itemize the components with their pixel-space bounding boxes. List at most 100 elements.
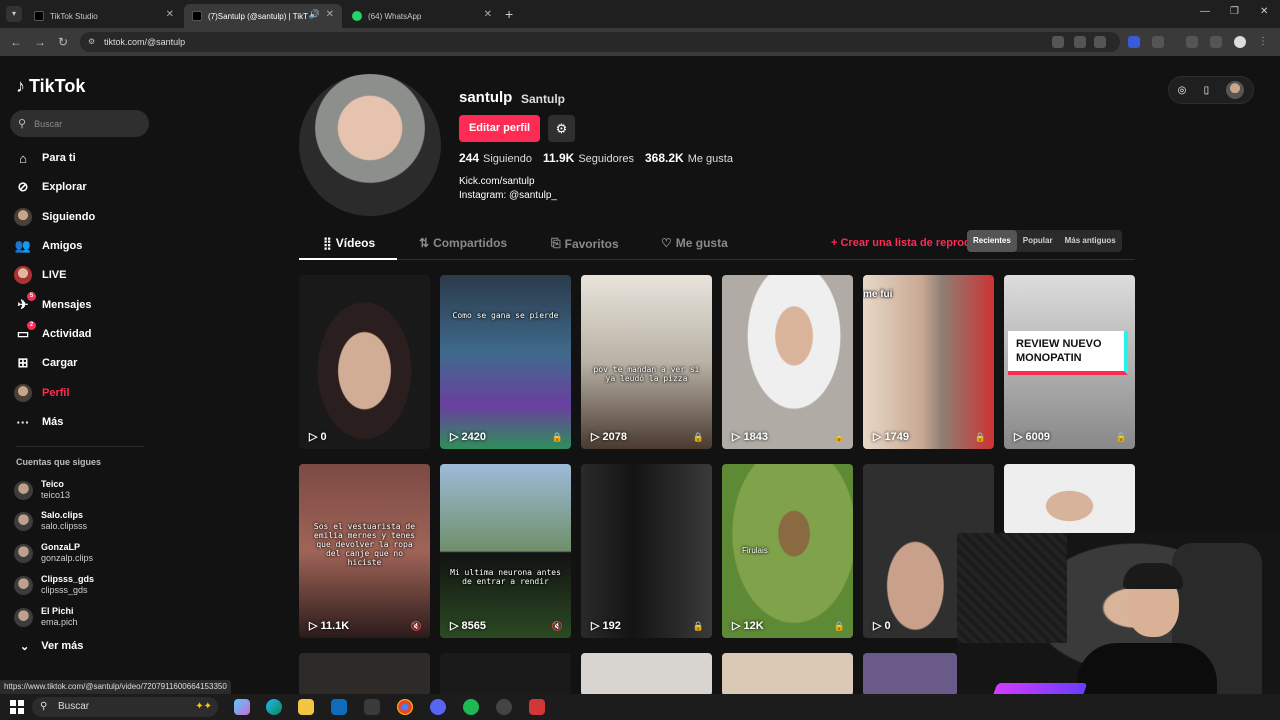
browser-tab-tiktok-studio[interactable]: TikTok Studio ✕: [26, 4, 182, 28]
download-icon[interactable]: [1186, 36, 1198, 48]
bookmark-star-icon[interactable]: [1094, 36, 1106, 48]
close-tab-icon[interactable]: ✕: [166, 9, 174, 20]
file-explorer-icon[interactable]: [298, 699, 314, 715]
video-thumbnail[interactable]: [1004, 464, 1135, 534]
sidebar-item-label: Explorar: [42, 181, 87, 193]
following-account-item[interactable]: GonzaLP gonzalp.clips: [14, 539, 93, 567]
profile-avatar[interactable]: [299, 74, 441, 216]
video-thumbnail[interactable]: me fui ▷ 1749 🔒: [863, 275, 994, 449]
media-controls-icon[interactable]: [1210, 36, 1222, 48]
close-tab-icon[interactable]: ✕: [326, 9, 334, 20]
sidebar-item-perfil[interactable]: Perfil: [14, 382, 70, 404]
tab-favoritos[interactable]: ⎘ Favoritos: [551, 236, 619, 251]
extensions-puzzle-icon[interactable]: [1152, 36, 1164, 48]
following-account-item[interactable]: Teico teico13: [14, 476, 70, 504]
video-thumbnail[interactable]: pov te mandan a ver si ya leudó la pizza…: [581, 275, 712, 449]
sidebar-item-live[interactable]: LIVE: [14, 264, 66, 286]
sidebar-item-explorar[interactable]: ⊘ Explorar: [14, 176, 87, 198]
cast-icon[interactable]: [1074, 36, 1086, 48]
sort-mas-antiguos[interactable]: Más antiguos: [1059, 230, 1122, 252]
sidebar-item-mas[interactable]: ··· Más: [14, 411, 64, 433]
sort-popular[interactable]: Popular: [1017, 230, 1059, 252]
sidebar-item-cargar[interactable]: ⊞ Cargar: [14, 352, 78, 374]
phone-icon[interactable]: ▯: [1204, 85, 1210, 96]
video-thumbnail[interactable]: Sos el vestuarista de emilia mernes y te…: [299, 464, 430, 638]
sidebar-item-actividad[interactable]: ▭ 2 Actividad: [14, 321, 92, 345]
sort-recientes[interactable]: Recientes: [967, 230, 1017, 252]
video-thumbnail[interactable]: Como se gana se pierde ▷ 2420 🔒: [440, 275, 571, 449]
sidebar-item-amigos[interactable]: 👥 Amigos: [14, 235, 82, 257]
play-icon: ▷: [309, 620, 318, 632]
brave-shield-icon[interactable]: [529, 699, 545, 715]
following-account-item[interactable]: Salo.clips salo.clipsss: [14, 507, 87, 535]
followers-stat[interactable]: 11.9K Seguidores: [543, 151, 634, 165]
video-thumbnail[interactable]: [863, 653, 957, 696]
edge-icon[interactable]: [266, 699, 282, 715]
extension-shield-icon[interactable]: [1128, 36, 1140, 48]
back-icon[interactable]: ←: [10, 35, 22, 49]
translate-icon[interactable]: [1052, 36, 1064, 48]
browser-tab-profile[interactable]: (7)Santulp (@santulp) | TikT 🔊 ✕: [184, 4, 342, 28]
forward-icon[interactable]: →: [34, 35, 46, 49]
view-count: ▷ 2078: [591, 430, 627, 444]
video-thumbnail[interactable]: ▷ 0: [299, 275, 430, 449]
video-thumbnail[interactable]: ▷ 192 🔒: [581, 464, 712, 638]
tab-search-button[interactable]: ▾: [6, 6, 22, 22]
upload-icon: ⊞: [17, 355, 29, 370]
reload-icon[interactable]: ↻: [58, 35, 68, 49]
browser-profile-avatar[interactable]: [1234, 36, 1246, 48]
video-thumbnail[interactable]: ▷ 1843 🔒: [722, 275, 853, 449]
avatar[interactable]: [1226, 81, 1245, 99]
video-thumbnail[interactable]: Mi ultima neurona antes de entrar a rend…: [440, 464, 571, 638]
following-count: 244: [459, 151, 480, 165]
video-thumbnail[interactable]: [440, 653, 571, 696]
copilot-icon[interactable]: [234, 699, 250, 715]
profile-bio: Kick.com/santulp Instagram: @santulp_: [459, 175, 557, 203]
discord-icon[interactable]: [430, 699, 446, 715]
sidebar-item-para-ti[interactable]: ⌂ Para ti: [14, 147, 76, 169]
close-tab-icon[interactable]: ✕: [484, 9, 492, 20]
video-thumbnail[interactable]: [581, 653, 712, 696]
new-tab-icon[interactable]: +: [505, 6, 513, 22]
obs-icon[interactable]: [496, 699, 512, 715]
following-account-item[interactable]: Clipsss_gds clipsss_gds: [14, 571, 94, 599]
see-more-button[interactable]: ⌄ Ver más: [20, 640, 83, 653]
video-thumbnail[interactable]: [722, 653, 853, 696]
video-thumbnail[interactable]: Firulais ▷ 12K 🔒: [722, 464, 853, 638]
url-input[interactable]: ⚙ tiktok.com/@santulp: [80, 32, 1120, 52]
close-window-icon[interactable]: ✕: [1260, 6, 1268, 17]
taskbar-search[interactable]: ⚲ Buscar ✦✦: [32, 697, 218, 717]
restore-icon[interactable]: ❐: [1230, 6, 1239, 17]
following-account-item[interactable]: El Pichi ema.pich: [14, 603, 78, 631]
following-stat[interactable]: 244 Siguiendo: [459, 151, 532, 165]
sidebar-item-mensajes[interactable]: ✈ 5 Mensajes: [14, 292, 92, 316]
search-input[interactable]: ⚲ Buscar: [10, 110, 149, 137]
outlook-icon[interactable]: [331, 699, 347, 715]
browser-tab-whatsapp[interactable]: (64) WhatsApp ✕: [344, 4, 500, 28]
account-name: El Pichi: [41, 606, 74, 616]
minimize-icon[interactable]: —: [1200, 6, 1210, 17]
site-info-icon[interactable]: ⚙: [88, 32, 95, 52]
sidebar-item-label: Más: [42, 416, 64, 428]
view-count-text: 8565: [461, 619, 486, 632]
video-thumbnail[interactable]: [299, 653, 430, 696]
tab-me-gusta[interactable]: ♡ Me gusta: [661, 236, 728, 250]
tab-videos[interactable]: ⣿ Vídeos: [323, 236, 375, 250]
settings-gear-button[interactable]: ⚙: [548, 115, 575, 142]
chrome-icon[interactable]: [397, 699, 413, 715]
video-thumbnail[interactable]: REVIEW NUEVO MONOPATIN ▷ 6009 🔒: [1004, 275, 1135, 449]
spotify-icon[interactable]: [463, 699, 479, 715]
tiktok-logo[interactable]: ♪ TikTok: [16, 76, 85, 97]
profile-username: santulp: [459, 89, 513, 106]
menu-kebab-icon[interactable]: ⋮: [1258, 36, 1270, 48]
store-icon[interactable]: [364, 699, 380, 715]
tab-compartidos[interactable]: ⇅ Compartidos: [419, 236, 507, 250]
browser-tab-bar: ▾ TikTok Studio ✕ (7)Santulp (@santulp) …: [0, 0, 1280, 28]
view-count-text: 0: [320, 430, 327, 443]
sidebar-item-siguiendo[interactable]: Siguiendo: [14, 206, 95, 228]
start-windows-icon[interactable]: [10, 700, 24, 714]
profile-stats: 244 Siguiendo 11.9K Seguidores 368.2K Me gu…: [459, 151, 733, 165]
speaker-icon[interactable]: 🔊: [309, 9, 320, 20]
compass-icon[interactable]: ◎: [1178, 85, 1187, 96]
edit-profile-button[interactable]: Editar perfil: [459, 115, 540, 142]
